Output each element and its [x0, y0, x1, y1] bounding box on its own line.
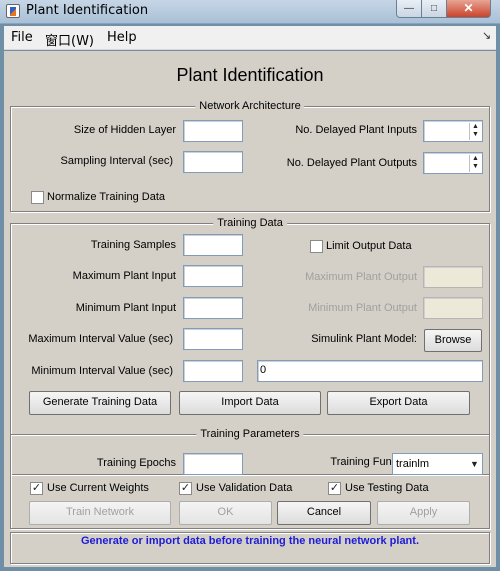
- spin-up-icon[interactable]: ▲: [470, 155, 481, 163]
- max-plant-output-label: Maximum Plant Output: [305, 271, 417, 283]
- max-plant-input-label: Maximum Plant Input: [72, 270, 176, 282]
- use-testing-label: Use Testing Data: [345, 482, 429, 494]
- delayed-outputs-label: No. Delayed Plant Outputs: [286, 157, 417, 169]
- dialog-body: Plant Identification Network Architectur…: [4, 51, 496, 567]
- train-network-button[interactable]: Train Network: [29, 501, 171, 525]
- spin-up-icon[interactable]: ▲: [470, 123, 481, 131]
- status-message: Generate or import data before training …: [81, 535, 419, 547]
- delayed-outputs-spin[interactable]: ▲ ▼: [469, 155, 481, 172]
- max-plant-input-field[interactable]: [183, 265, 243, 287]
- min-plant-output-label: Minimum Plant Output: [308, 302, 417, 314]
- generate-training-data-button[interactable]: Generate Training Data: [29, 391, 171, 415]
- use-current-weights-label: Use Current Weights: [47, 482, 149, 494]
- apply-button[interactable]: Apply: [377, 501, 470, 525]
- training-function-select[interactable]: trainlm ▼: [392, 453, 483, 475]
- delayed-inputs-label: No. Delayed Plant Inputs: [295, 124, 417, 136]
- use-validation-label: Use Validation Data: [196, 482, 293, 494]
- ok-button[interactable]: OK: [179, 501, 272, 525]
- browse-button[interactable]: Browse: [424, 329, 482, 352]
- use-current-weights-checkbox[interactable]: ✓: [30, 482, 43, 495]
- training-epochs-label: Training Epochs: [96, 457, 176, 469]
- maximize-button[interactable]: □: [421, 0, 447, 18]
- limit-output-label: Limit Output Data: [326, 240, 412, 252]
- menu-help[interactable]: Help: [107, 30, 137, 45]
- menu-window[interactable]: 窗口(W): [45, 30, 94, 49]
- menu-file[interactable]: File: [11, 30, 33, 45]
- sampling-interval-input[interactable]: [183, 151, 243, 173]
- simulink-model-label: Simulink Plant Model:: [311, 333, 417, 345]
- window-title: Plant Identification: [26, 3, 149, 18]
- sampling-interval-label: Sampling Interval (sec): [60, 155, 174, 167]
- chevron-down-icon[interactable]: ▼: [470, 459, 479, 469]
- cancel-button[interactable]: Cancel: [277, 501, 371, 525]
- max-plant-output-field: [423, 266, 483, 288]
- export-data-button[interactable]: Export Data: [327, 391, 470, 415]
- training-samples-input[interactable]: [183, 234, 243, 256]
- hidden-layer-input[interactable]: [183, 120, 243, 142]
- spin-down-icon[interactable]: ▼: [470, 163, 481, 171]
- minimize-button[interactable]: —: [396, 0, 422, 18]
- normalize-checkbox[interactable]: [31, 191, 44, 204]
- hidden-layer-label: Size of Hidden Layer: [73, 124, 176, 136]
- network-architecture-title: Network Architecture: [195, 100, 305, 112]
- dock-arrow-icon[interactable]: ↘: [482, 29, 491, 42]
- min-plant-output-field: [423, 297, 483, 319]
- close-button[interactable]: ✕: [446, 0, 491, 18]
- min-plant-input-label: Minimum Plant Input: [75, 302, 176, 314]
- min-plant-input-field[interactable]: [183, 297, 243, 319]
- menu-bar: File 窗口(W) Help ↘: [4, 26, 496, 50]
- min-interval-input[interactable]: [183, 360, 243, 382]
- delayed-inputs-spin[interactable]: ▲ ▼: [469, 123, 481, 140]
- use-testing-checkbox[interactable]: ✓: [328, 482, 341, 495]
- limit-output-checkbox[interactable]: [310, 240, 323, 253]
- max-interval-input[interactable]: [183, 328, 243, 350]
- training-parameters-title: Training Parameters: [196, 428, 304, 440]
- page-title: Plant Identification: [176, 65, 324, 85]
- import-data-button[interactable]: Import Data: [179, 391, 321, 415]
- use-validation-checkbox[interactable]: ✓: [179, 482, 192, 495]
- training-data-title: Training Data: [213, 217, 287, 229]
- spin-down-icon[interactable]: ▼: [470, 131, 481, 139]
- min-interval-label: Minimum Interval Value (sec): [31, 365, 173, 377]
- simulink-model-field[interactable]: 0: [257, 360, 483, 382]
- training-samples-label: Training Samples: [90, 239, 176, 251]
- matlab-app-icon: [6, 4, 20, 18]
- normalize-label: Normalize Training Data: [47, 191, 165, 203]
- training-function-value: trainlm: [396, 458, 430, 470]
- max-interval-label: Maximum Interval Value (sec): [28, 333, 173, 345]
- training-epochs-input[interactable]: [183, 453, 243, 475]
